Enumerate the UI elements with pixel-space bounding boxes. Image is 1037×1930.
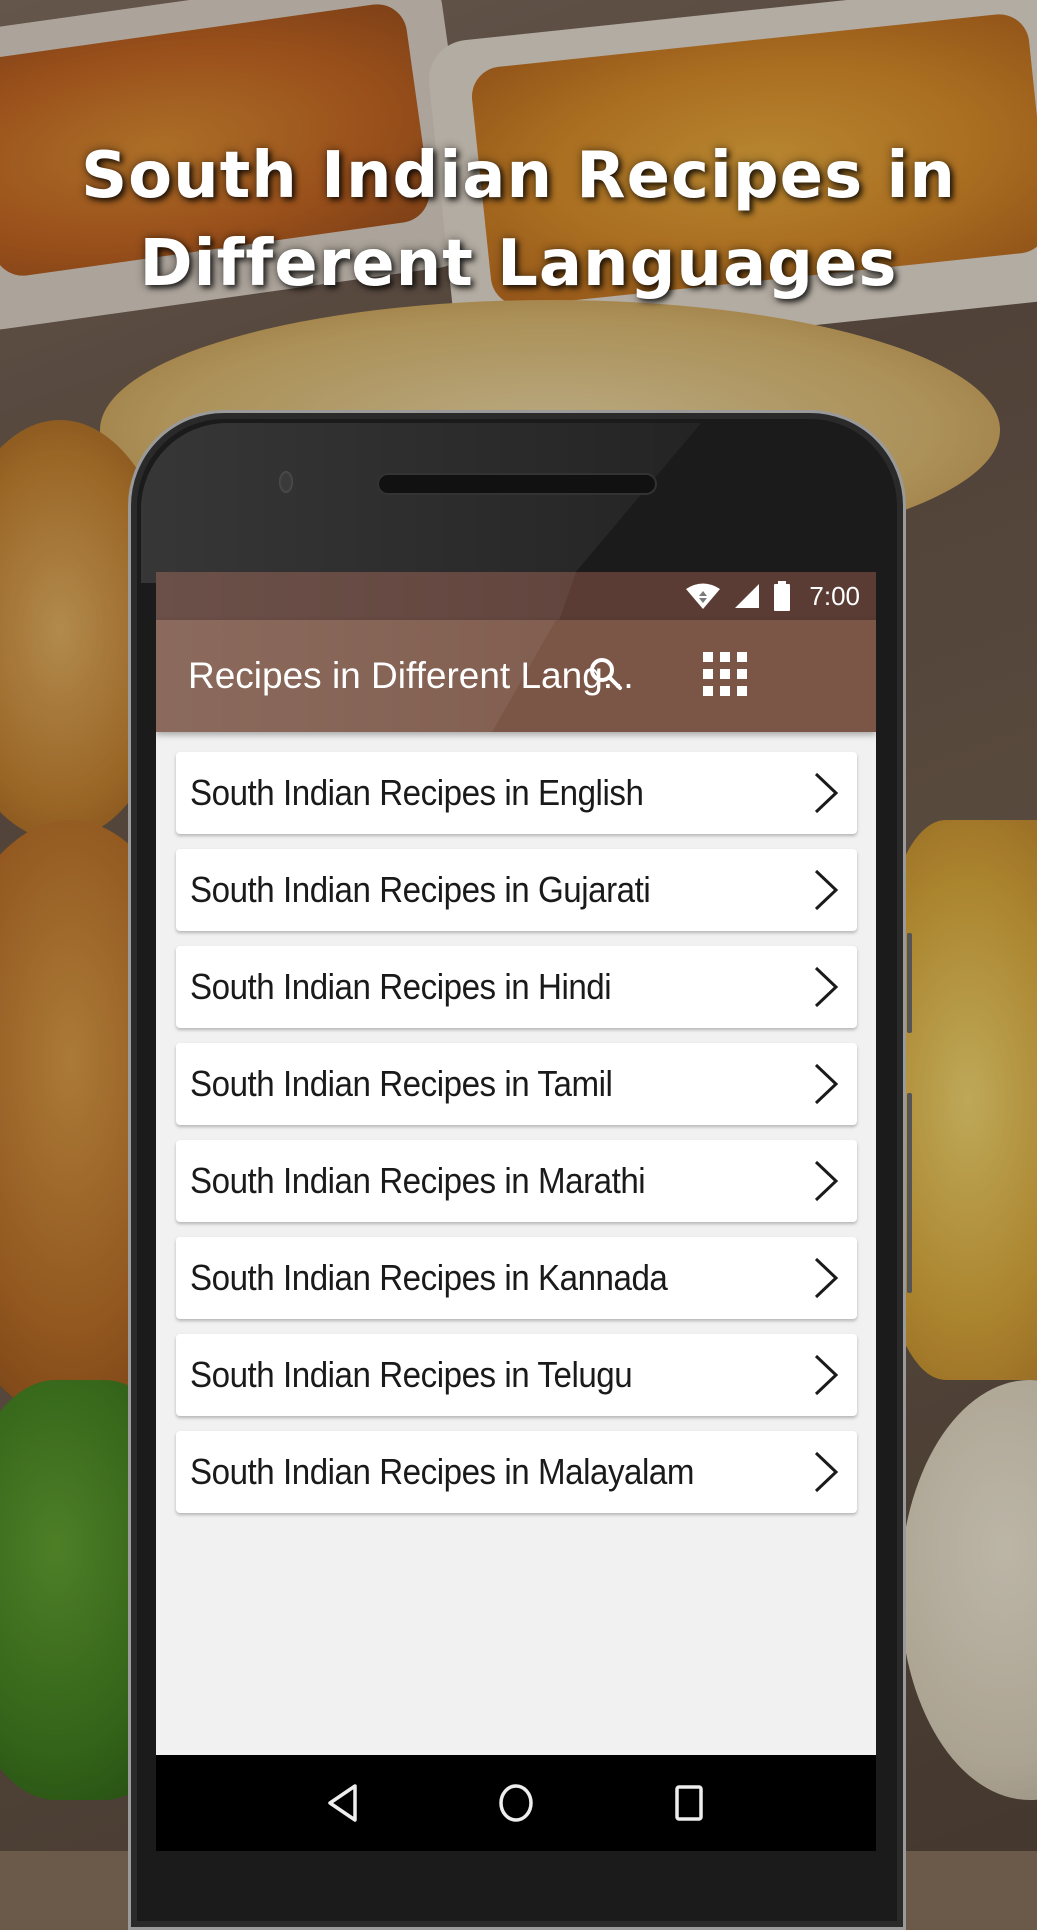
apps-menu-button[interactable] xyxy=(697,648,753,704)
app-title: Recipes in Different Lang... xyxy=(188,655,634,696)
list-item-label: South Indian Recipes in English xyxy=(190,772,644,813)
list-item-label: South Indian Recipes in Tamil xyxy=(190,1063,613,1104)
list-item-english[interactable]: South Indian Recipes in English xyxy=(176,752,857,834)
chevron-right-icon xyxy=(814,1063,839,1105)
chevron-right-icon xyxy=(814,1354,839,1396)
volume-button xyxy=(907,933,912,1033)
list-item-label: South Indian Recipes in Marathi xyxy=(190,1160,646,1201)
list-item-gujarati[interactable]: South Indian Recipes in Gujarati xyxy=(176,849,857,931)
cell-signal-icon xyxy=(733,582,761,610)
status-time: 7:00 xyxy=(809,580,860,611)
chevron-right-icon xyxy=(814,1160,839,1202)
search-icon xyxy=(586,654,626,698)
grid-menu-icon xyxy=(703,652,747,700)
promo-headline-line2: Different Languages xyxy=(139,227,898,301)
list-item-label: South Indian Recipes in Telugu xyxy=(190,1354,633,1395)
list-item-label: South Indian Recipes in Hindi xyxy=(190,966,612,1007)
recents-square-icon xyxy=(675,1785,704,1821)
list-item-malayalam[interactable]: South Indian Recipes in Malayalam xyxy=(176,1431,857,1513)
chevron-right-icon xyxy=(814,772,839,814)
language-list: South Indian Recipes in English South In… xyxy=(176,752,857,1528)
list-item-kannada[interactable]: South Indian Recipes in Kannada xyxy=(176,1237,857,1319)
chevron-right-icon xyxy=(814,1257,839,1299)
list-item-label: South Indian Recipes in Malayalam xyxy=(190,1451,694,1492)
list-item-marathi[interactable]: South Indian Recipes in Marathi xyxy=(176,1140,857,1222)
battery-icon xyxy=(773,581,791,611)
chevron-right-icon xyxy=(814,1451,839,1493)
list-item-telugu[interactable]: South Indian Recipes in Telugu xyxy=(176,1334,857,1416)
list-item-tamil[interactable]: South Indian Recipes in Tamil xyxy=(176,1043,857,1125)
back-triangle-icon xyxy=(327,1784,357,1822)
search-button[interactable] xyxy=(578,648,634,704)
phone-screen: 7:00 Recipes in Different Lang... South … xyxy=(156,572,876,1851)
recents-button[interactable] xyxy=(659,1773,719,1833)
promo-headline: South Indian Recipes in Different Langua… xyxy=(0,132,1037,308)
chevron-right-icon xyxy=(814,869,839,911)
list-item-hindi[interactable]: South Indian Recipes in Hindi xyxy=(176,946,857,1028)
list-item-label: South Indian Recipes in Gujarati xyxy=(190,869,651,910)
app-bar: Recipes in Different Lang... xyxy=(156,620,876,732)
earpiece-speaker xyxy=(377,473,657,495)
power-button xyxy=(907,1093,912,1293)
home-button[interactable] xyxy=(486,1773,546,1833)
list-item-label: South Indian Recipes in Kannada xyxy=(190,1257,668,1298)
system-nav-bar xyxy=(156,1755,876,1851)
phone-glare xyxy=(141,423,701,583)
status-bar: 7:00 xyxy=(156,572,876,620)
home-circle-icon xyxy=(499,1784,533,1822)
front-camera xyxy=(279,471,293,493)
promo-headline-line1: South Indian Recipes in xyxy=(81,139,956,213)
wifi-icon xyxy=(685,582,721,610)
chevron-right-icon xyxy=(814,966,839,1008)
back-button[interactable] xyxy=(313,1773,373,1833)
